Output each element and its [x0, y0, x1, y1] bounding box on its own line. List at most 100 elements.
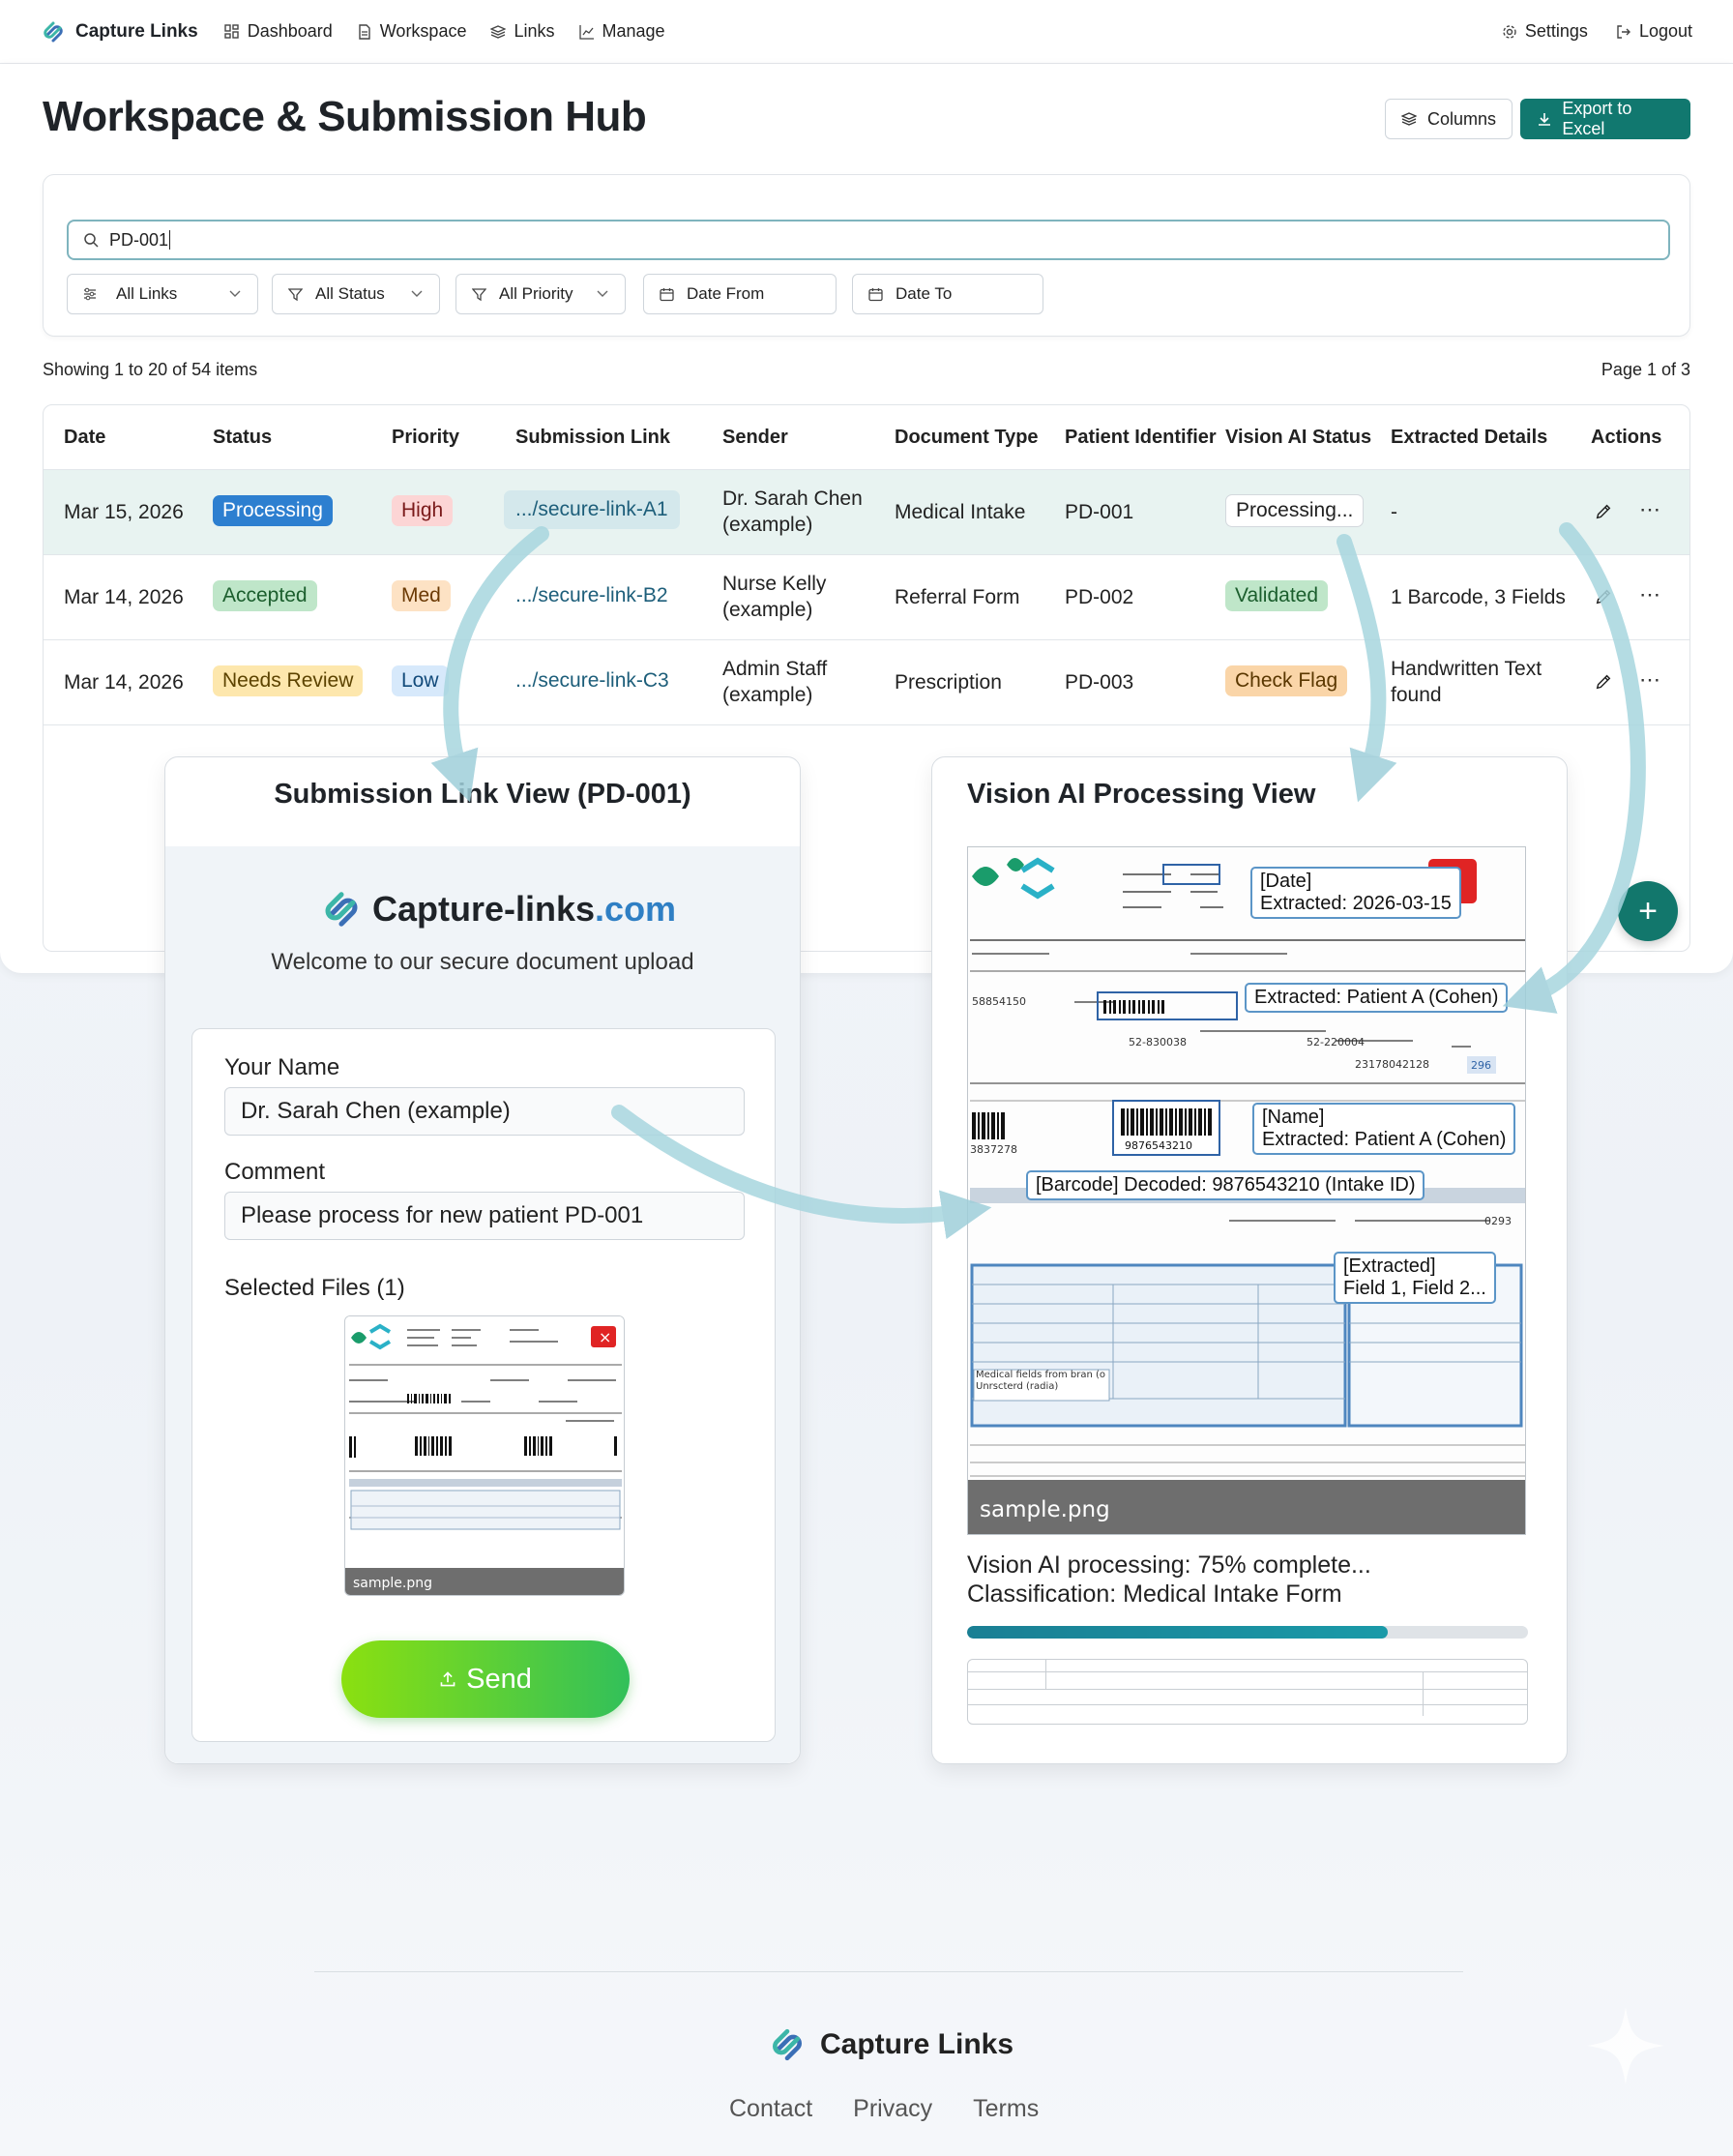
edit-icon[interactable]	[1595, 588, 1612, 605]
nav-dashboard[interactable]: Dashboard	[223, 21, 333, 42]
vision-view-title: Vision AI Processing View	[967, 779, 1316, 810]
priority-filter[interactable]: All Priority	[455, 274, 626, 314]
classification-text: Classification: Medical Intake Form	[967, 1580, 1342, 1608]
logout-icon	[1615, 23, 1632, 41]
search-input[interactable]: PD-001	[67, 220, 1670, 260]
row-patient-id: PD-001	[1065, 501, 1134, 523]
document-preview-image: × sample.png	[345, 1316, 624, 1595]
col-patient-identifier[interactable]: Patient Identifier	[1065, 427, 1217, 449]
welcome-text: Welcome to our secure document upload	[271, 949, 694, 975]
row-date: Mar 14, 2026	[64, 671, 184, 694]
vision-ai-badge: Check Flag	[1225, 665, 1348, 696]
export-button[interactable]: Export to Excel	[1520, 99, 1690, 139]
comment-label: Comment	[224, 1159, 326, 1185]
filter-icon	[470, 285, 487, 303]
capture-links-logo: Capture-links.com	[320, 888, 676, 930]
upload-form: Your Name Dr. Sarah Chen (example) Comme…	[191, 1028, 776, 1742]
page-title: Workspace & Submission Hub	[43, 93, 647, 140]
footer-link-terms[interactable]: Terms	[973, 2095, 1039, 2123]
date-to-filter[interactable]: Date To	[852, 274, 1043, 314]
more-icon[interactable]: ⋯	[1639, 582, 1661, 607]
more-icon[interactable]: ⋯	[1639, 497, 1661, 522]
capture-links-logo-icon	[773, 2028, 802, 2061]
col-vision-ai-status[interactable]: Vision AI Status	[1225, 427, 1371, 449]
links-filter-label: All Links	[116, 284, 178, 303]
col-submission-link[interactable]: Submission Link	[515, 427, 670, 449]
svg-text:296: 296	[1471, 1059, 1491, 1072]
filter-icon	[286, 285, 304, 303]
date-from-filter[interactable]: Date From	[643, 274, 837, 314]
submission-link[interactable]: .../secure-link-C3	[515, 669, 669, 693]
comment-field[interactable]: Please process for new patient PD-001	[224, 1192, 745, 1240]
nav-logout[interactable]: Logout	[1615, 21, 1692, 42]
row-extracted-details: 1 Barcode, 3 Fields	[1391, 586, 1566, 608]
submission-view-title: Submission Link View (PD-001)	[274, 779, 691, 810]
progress-bar-fill	[967, 1626, 1388, 1639]
svg-text:3837278: 3837278	[970, 1143, 1017, 1156]
calendar-icon	[866, 285, 884, 303]
dashboard-icon	[223, 23, 241, 41]
col-document-type[interactable]: Document Type	[895, 427, 1039, 449]
footer-link-contact[interactable]: Contact	[729, 2095, 812, 2123]
download-icon	[1536, 110, 1552, 128]
svg-text:×: ×	[599, 1328, 611, 1346]
row-document-type: Medical Intake	[895, 501, 1026, 523]
row-divider	[44, 724, 1689, 725]
send-button[interactable]: Send	[341, 1640, 630, 1718]
table-row[interactable]: Mar 14, 2026 Needs Review Low .../secure…	[44, 639, 1689, 724]
selected-files-label: Selected Files (1)	[224, 1275, 405, 1301]
edit-icon[interactable]	[1595, 673, 1612, 691]
nav-settings[interactable]: Settings	[1501, 21, 1588, 42]
row-patient-id: PD-002	[1065, 586, 1134, 608]
nav-links[interactable]: Links	[489, 21, 555, 42]
footer-link-privacy[interactable]: Privacy	[853, 2095, 932, 2123]
date-annotation: [Date] Extracted: 2026-03-15	[1250, 867, 1461, 919]
footer-brand[interactable]: Capture Links	[768, 2025, 1013, 2064]
more-icon[interactable]: ⋯	[1639, 667, 1661, 693]
logo-tld-text: .com	[595, 889, 677, 929]
name-label: Your Name	[224, 1054, 340, 1080]
col-extracted-details[interactable]: Extracted Details	[1391, 427, 1547, 449]
logo-main-text: Capture-links	[372, 889, 596, 929]
col-priority[interactable]: Priority	[392, 427, 459, 449]
svg-text:23178042128: 23178042128	[1355, 1058, 1429, 1071]
status-badge: Processing	[213, 495, 333, 526]
results-table-preview	[967, 1659, 1528, 1725]
links-filter[interactable]: All Links	[67, 274, 258, 314]
svg-text:0293: 0293	[1484, 1215, 1512, 1227]
progress-status: Vision AI processing: 75% complete... Cl…	[967, 1551, 1371, 1609]
nav-manage[interactable]: Manage	[578, 21, 665, 42]
columns-button[interactable]: Columns	[1385, 99, 1513, 139]
layers-icon	[489, 23, 507, 41]
date-from-label: Date From	[687, 284, 765, 303]
vision-ai-processing-view: Vision AI Processing View 58854150 52-83…	[931, 756, 1568, 1764]
submission-link[interactable]: .../secure-link-A1	[504, 490, 680, 529]
columns-button-label: Columns	[1426, 108, 1496, 129]
brand[interactable]: Capture Links	[41, 19, 198, 44]
nav-links-label: Links	[514, 21, 555, 41]
add-button[interactable]: +	[1618, 881, 1678, 941]
name-field[interactable]: Dr. Sarah Chen (example)	[224, 1087, 745, 1136]
showing-count: Showing 1 to 20 of 54 items	[43, 360, 258, 379]
col-sender[interactable]: Sender	[722, 427, 788, 449]
submission-link[interactable]: .../secure-link-B2	[515, 584, 668, 607]
edit-icon[interactable]	[1595, 503, 1612, 520]
nav-workspace[interactable]: Workspace	[356, 21, 466, 42]
priority-filter-label: All Priority	[499, 284, 573, 303]
nav-manage-label: Manage	[602, 21, 665, 41]
layers-icon	[1401, 110, 1418, 128]
search-value: PD-001	[109, 229, 169, 250]
file-thumbnail[interactable]: × sample.png	[344, 1315, 625, 1596]
search-icon	[82, 231, 100, 249]
status-filter[interactable]: All Status	[272, 274, 440, 314]
col-status[interactable]: Status	[213, 427, 272, 449]
col-date[interactable]: Date	[64, 427, 105, 449]
page-indicator: Page 1 of 3	[1601, 360, 1690, 379]
row-patient-id: PD-003	[1065, 671, 1134, 694]
table-row[interactable]: Mar 15, 2026 Processing High .../secure-…	[44, 469, 1689, 554]
sparkle-icon	[1587, 2007, 1664, 2084]
table-row[interactable]: Mar 14, 2026 Accepted Med .../secure-lin…	[44, 554, 1689, 639]
svg-text:52-830038: 52-830038	[1129, 1036, 1187, 1048]
row-document-type: Referral Form	[895, 586, 1020, 608]
chevron-down-icon	[226, 285, 244, 303]
